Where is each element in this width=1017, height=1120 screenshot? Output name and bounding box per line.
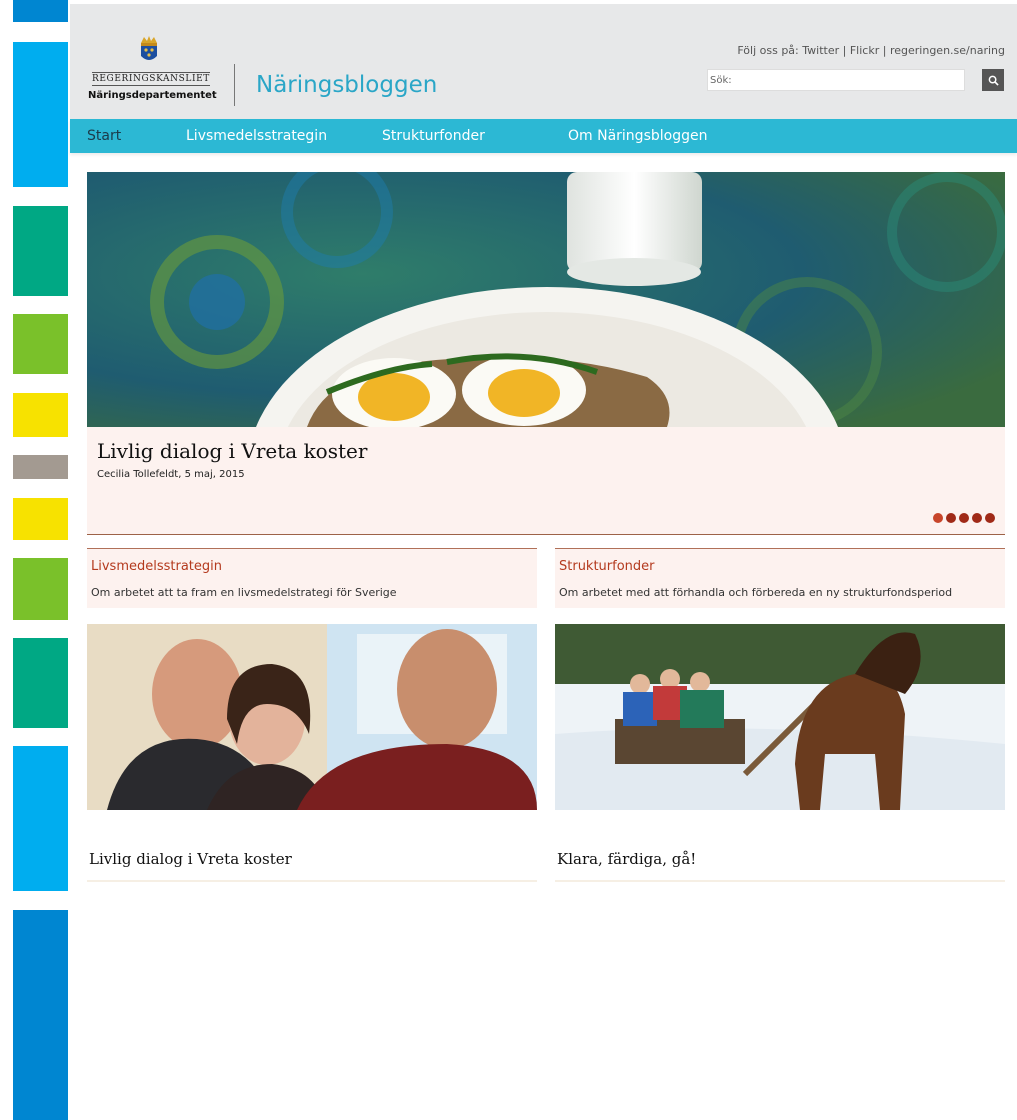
- logo-wordmark[interactable]: REGERINGSKANSLIET: [92, 72, 210, 86]
- crown-crest-icon: [141, 36, 157, 60]
- stripe-8: [13, 558, 68, 620]
- stripe-5: [13, 393, 68, 437]
- slide-dots: [933, 513, 995, 523]
- card-divider: [555, 880, 1005, 882]
- hero-caption: Livlig dialog i Vreta koster Cecilia Tol…: [87, 427, 1005, 535]
- nav-item-strukturfonder[interactable]: Strukturfonder: [382, 128, 485, 144]
- hero-meta: Cecilia Tollefeldt, 5 maj, 2015: [97, 469, 245, 480]
- slide-dot-3[interactable]: [959, 513, 969, 523]
- stripe-2: [13, 42, 68, 187]
- card-divider: [87, 880, 537, 882]
- nav-item-livsmedelsstrategin[interactable]: Livsmedelsstrategin: [186, 128, 327, 144]
- follow-separator: |: [882, 44, 887, 57]
- card-header: Strukturfonder Om arbetet med att förhan…: [555, 548, 1005, 608]
- slide-dot-4[interactable]: [972, 513, 982, 523]
- search-input[interactable]: [707, 69, 965, 91]
- stripe-9: [13, 638, 68, 728]
- slide-dot-5[interactable]: [985, 513, 995, 523]
- nav-item-om-naringsbloggen[interactable]: Om Näringsbloggen: [568, 128, 707, 144]
- card-image[interactable]: [87, 624, 537, 810]
- card-header: Livsmedelsstrategin Om arbetet att ta fr…: [87, 548, 537, 608]
- card-description: Om arbetet med att förhandla och förbere…: [559, 586, 953, 599]
- search-icon: [988, 75, 999, 86]
- logo-divider: [234, 64, 235, 106]
- stripe-6: [13, 455, 68, 479]
- follow-links: Följ oss på: Twitter | Flickr | regering…: [737, 44, 1005, 57]
- slide-dot-2[interactable]: [946, 513, 956, 523]
- follow-separator: |: [842, 44, 847, 57]
- blog-title[interactable]: Näringsbloggen: [256, 72, 437, 98]
- card-title[interactable]: Strukturfonder: [559, 559, 655, 574]
- follow-link-flickr[interactable]: Flickr: [850, 44, 879, 57]
- meeting-photo: [87, 624, 537, 810]
- card-caption[interactable]: Livlig dialog i Vreta koster: [89, 850, 292, 868]
- slide-dot-1[interactable]: [933, 513, 943, 523]
- stripe-11: [13, 910, 68, 1120]
- stripe-4: [13, 314, 68, 374]
- follow-link-twitter[interactable]: Twitter: [802, 44, 839, 57]
- card-caption[interactable]: Klara, färdiga, gå!: [557, 850, 696, 868]
- card-image[interactable]: [555, 624, 1005, 810]
- search-button[interactable]: [982, 69, 1004, 91]
- follow-link-regeringen[interactable]: regeringen.se/naring: [890, 44, 1005, 57]
- logo-department[interactable]: Näringsdepartementet: [88, 90, 217, 101]
- stripe-3: [13, 206, 68, 296]
- stripe-10: [13, 746, 68, 891]
- sleigh-photo: [555, 624, 1005, 810]
- nav-item-start[interactable]: Start: [87, 128, 121, 144]
- page: REGERINGSKANSLIET Näringsdepartementet N…: [70, 4, 1017, 882]
- hero-title[interactable]: Livlig dialog i Vreta koster: [97, 439, 367, 463]
- stripe-1: [13, 0, 68, 22]
- card-description: Om arbetet att ta fram en livsmedelstrat…: [91, 586, 397, 599]
- card-title[interactable]: Livsmedelsstrategin: [91, 559, 222, 574]
- stripe-7: [13, 498, 68, 540]
- main-nav: Start Livsmedelsstrategin Strukturfonder…: [70, 119, 1017, 153]
- hero-image[interactable]: [87, 172, 1005, 427]
- site-header: REGERINGSKANSLIET Näringsdepartementet N…: [70, 4, 1017, 119]
- follow-label: Följ oss på:: [737, 44, 799, 57]
- hero-photo: [87, 172, 1005, 427]
